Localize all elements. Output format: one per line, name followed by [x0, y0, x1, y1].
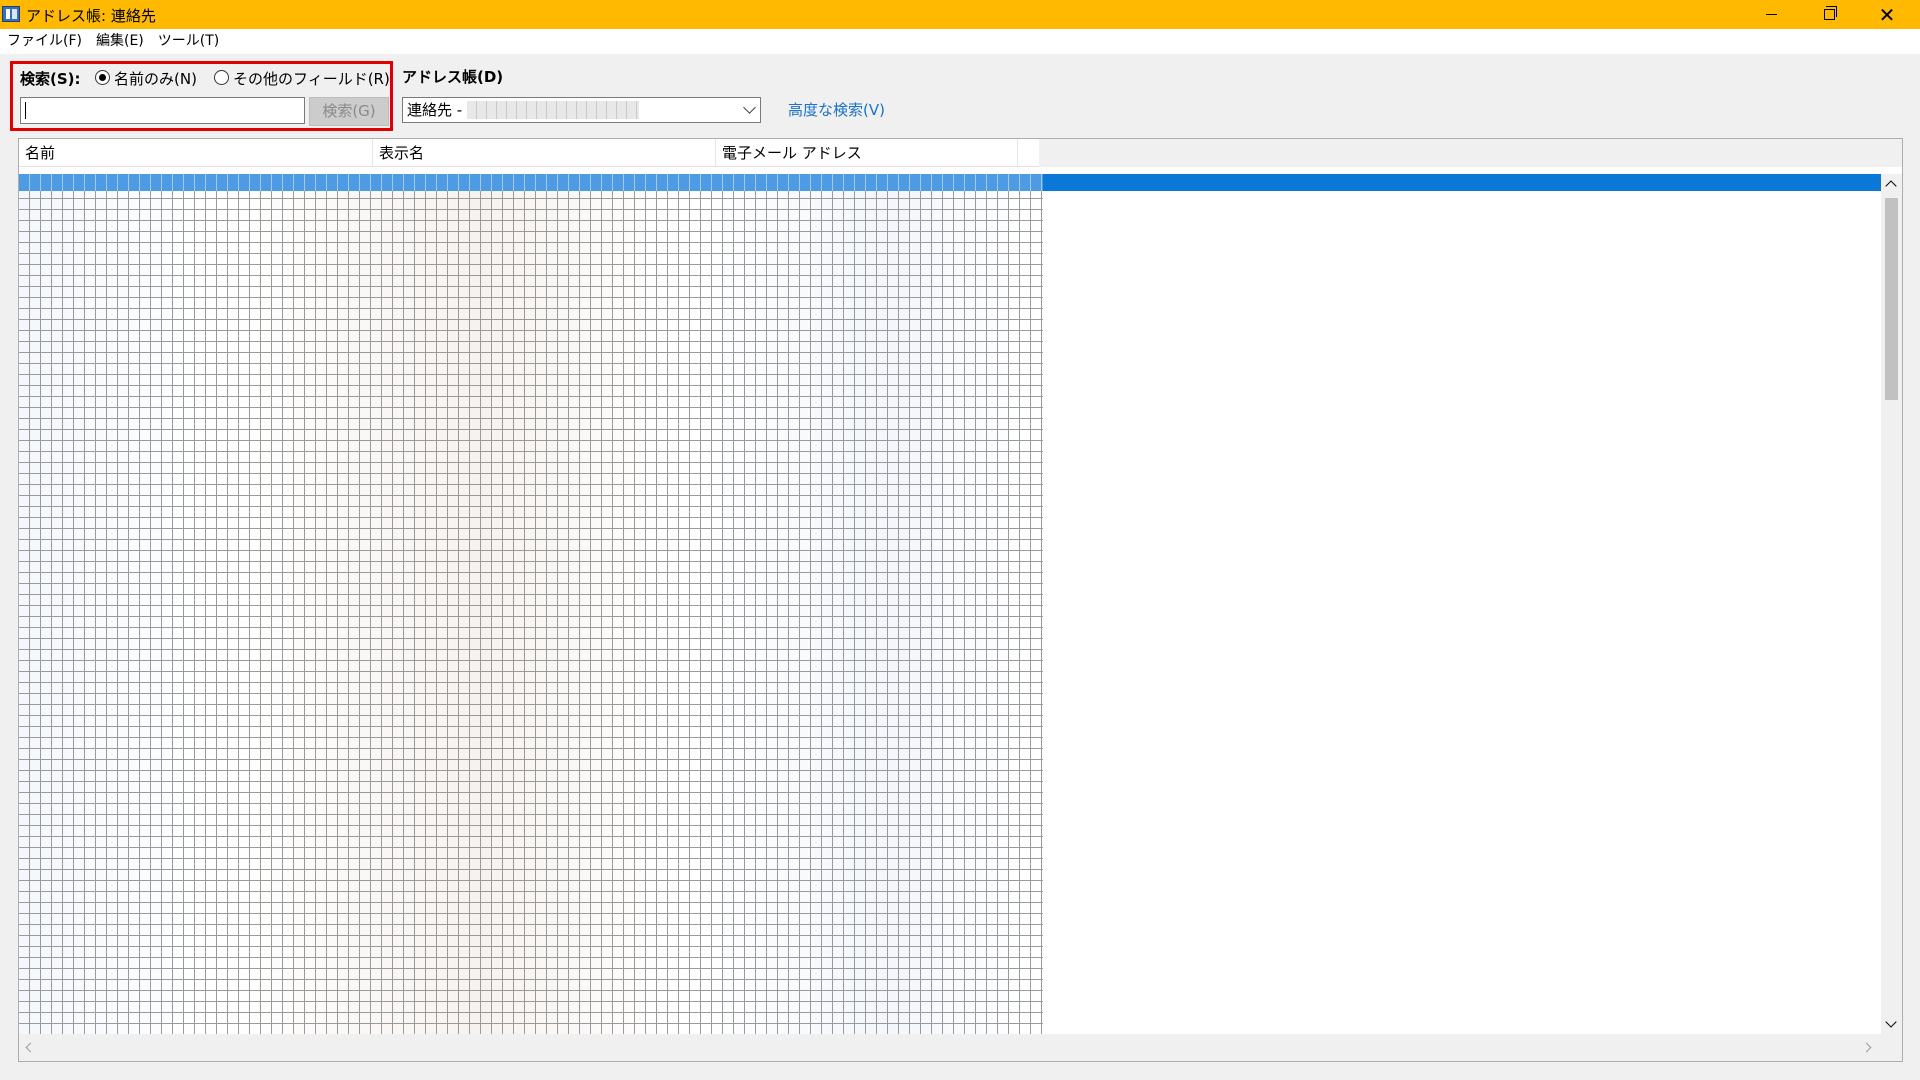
address-book-label: アドレス帳(D): [402, 68, 504, 86]
menu-file[interactable]: ファイル(F): [0, 29, 89, 54]
other-fields-radio[interactable]: [214, 70, 229, 85]
list-header: 名前 表示名 電子メール アドレス: [19, 139, 1902, 167]
redacted-account-name: [467, 101, 639, 119]
vertical-scroll-thumb[interactable]: [1885, 198, 1898, 400]
redacted-contact-rows[interactable]: [19, 174, 1043, 1034]
address-book-selected: 連絡先 -: [407, 101, 463, 119]
advanced-search-link[interactable]: 高度な検索(V): [788, 99, 885, 120]
search-button[interactable]: 検索(G): [309, 97, 389, 126]
close-button[interactable]: ✕: [1858, 0, 1916, 29]
search-input[interactable]: [20, 97, 305, 124]
minimize-button[interactable]: [1742, 0, 1800, 29]
address-book-select[interactable]: 連絡先 -: [402, 97, 761, 123]
column-header-filler: [1039, 139, 1902, 167]
address-book-icon: [2, 6, 20, 22]
vertical-scrollbar[interactable]: [1881, 174, 1902, 1034]
column-header-name[interactable]: 名前: [19, 139, 373, 167]
status-bar: [0, 1076, 1920, 1080]
contact-list: 名前 表示名 電子メール アドレス: [18, 138, 1903, 1062]
minimize-icon: [1765, 14, 1777, 15]
horizontal-scrollbar[interactable]: [19, 1034, 1902, 1061]
scroll-up-icon[interactable]: [1885, 180, 1897, 192]
menu-bar: ファイル(F) 編集(E) ツール(T): [0, 29, 1920, 54]
scroll-right-icon[interactable]: [1861, 1042, 1872, 1053]
search-label: 検索(S):: [20, 70, 81, 88]
column-header-display-name[interactable]: 表示名: [373, 139, 716, 167]
search-panel: 検索(S): 名前のみ(N) その他のフィールド(R) 検索(G): [10, 61, 393, 131]
other-fields-label[interactable]: その他のフィールド(R): [233, 68, 390, 89]
list-body[interactable]: [19, 174, 1881, 1034]
column-header-email[interactable]: 電子メール アドレス: [716, 139, 1018, 167]
scroll-left-icon[interactable]: [25, 1042, 36, 1053]
title-bar: アドレス帳: 連絡先 ✕: [0, 0, 1920, 29]
window-title: アドレス帳: 連絡先: [26, 7, 156, 25]
scroll-down-icon[interactable]: [1885, 1016, 1897, 1028]
restore-button[interactable]: [1800, 0, 1858, 29]
menu-tools[interactable]: ツール(T): [151, 29, 226, 54]
close-icon: ✕: [1878, 2, 1896, 27]
menu-edit[interactable]: 編集(E): [89, 29, 151, 54]
name-only-label[interactable]: 名前のみ(N): [114, 68, 197, 89]
chevron-down-icon: [743, 101, 756, 114]
name-only-radio[interactable]: [95, 70, 110, 85]
restore-icon: [1823, 6, 1837, 20]
